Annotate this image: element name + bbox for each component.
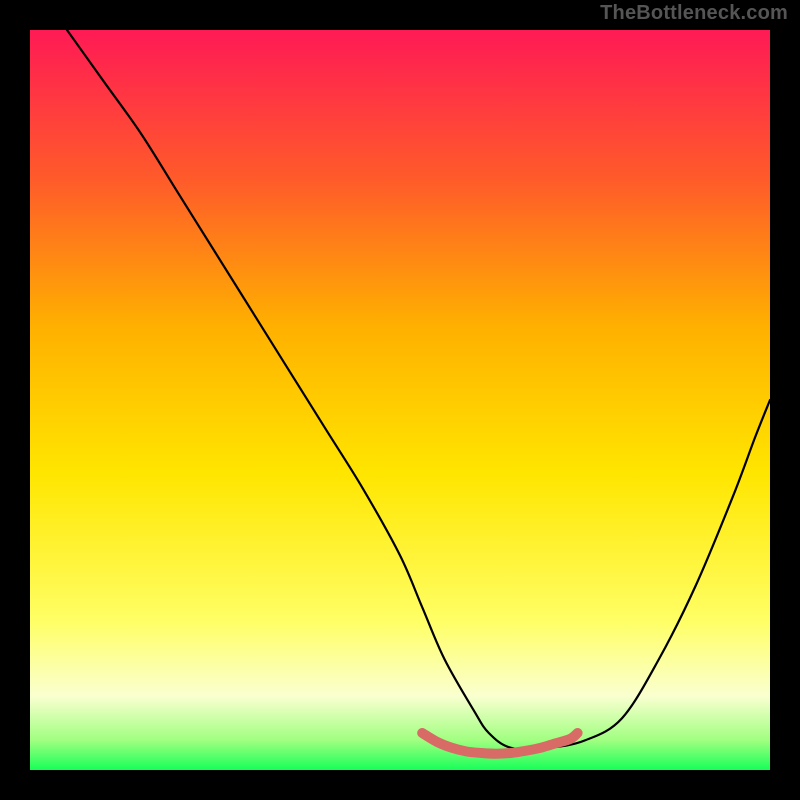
watermark-text: TheBottleneck.com: [600, 2, 788, 25]
bottleneck-curve: [67, 30, 770, 749]
chart-frame: TheBottleneck.com: [0, 0, 800, 800]
plot-area: [30, 30, 770, 770]
curves-layer: [30, 30, 770, 770]
